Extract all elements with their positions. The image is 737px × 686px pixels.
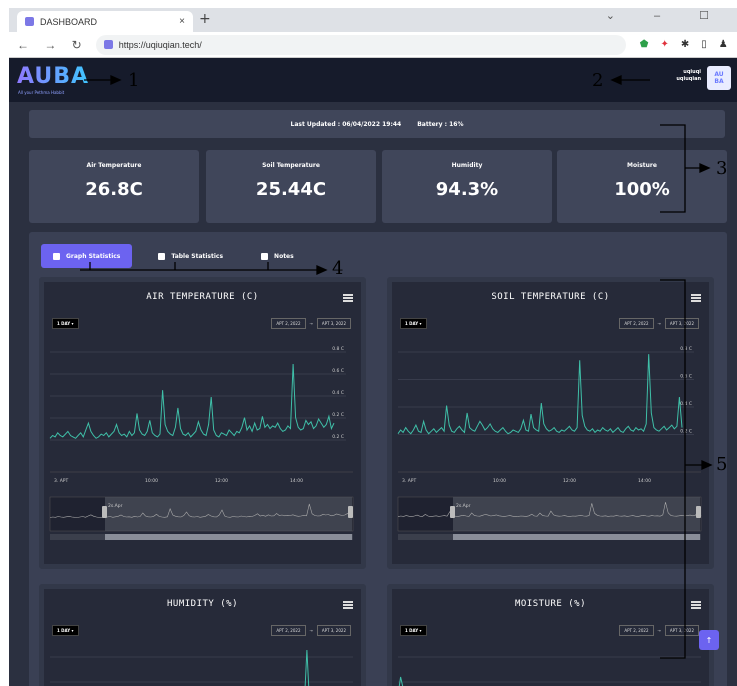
annotation-3: 3 (716, 158, 728, 179)
annotation-2: 2 (592, 70, 604, 91)
screenshot-root: DASHBOARD × + ⌄ – ☐ ← → ↻ https://uqiuqi… (0, 0, 737, 686)
annotation-5: 5 (716, 454, 728, 475)
annotation-4: 4 (332, 258, 344, 279)
annotation-overlay (80, 74, 713, 659)
annotation-1: 1 (128, 70, 140, 91)
